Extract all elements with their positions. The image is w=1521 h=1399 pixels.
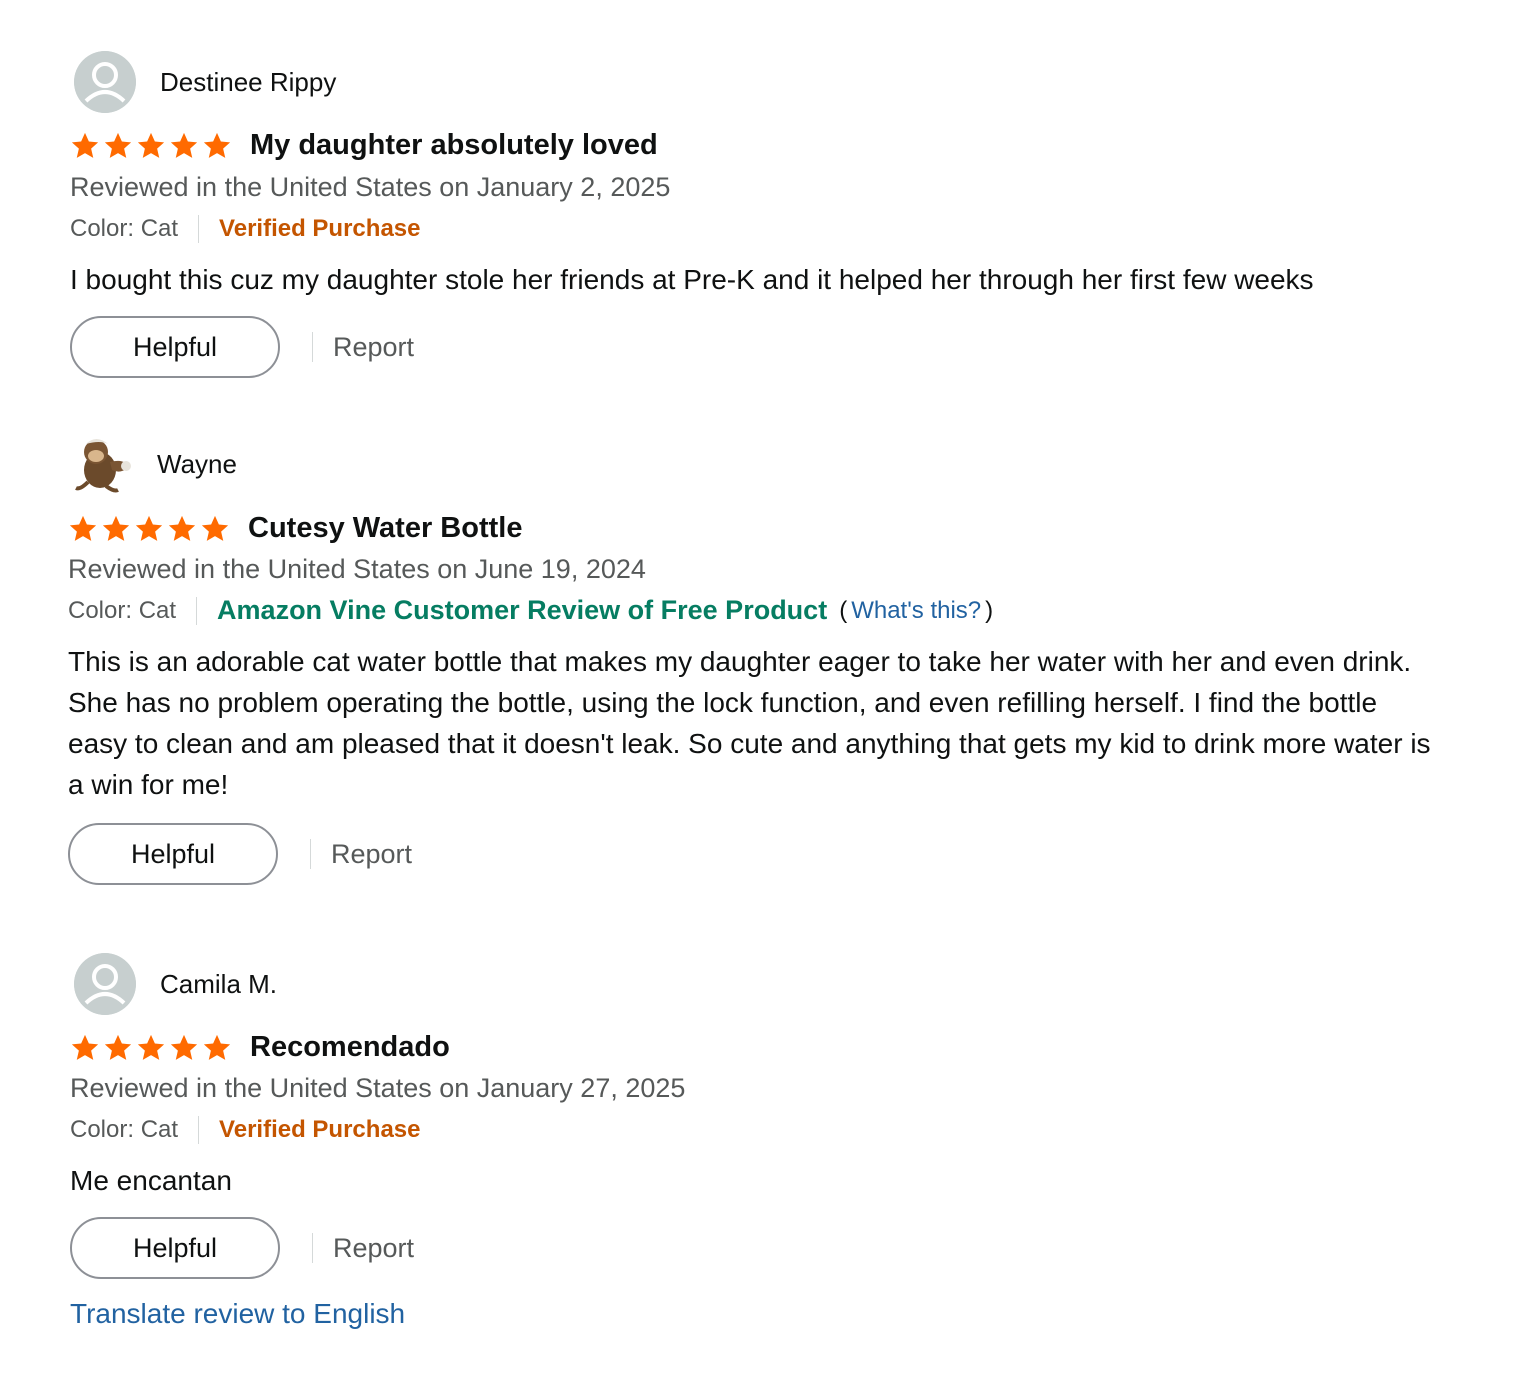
star-icon bbox=[135, 515, 163, 541]
reviewer-name: Destinee Rippy bbox=[160, 66, 337, 97]
paren-close: ) bbox=[985, 596, 994, 624]
reviewer-profile[interactable]: Destinee Rippy bbox=[74, 51, 336, 113]
divider bbox=[310, 839, 311, 869]
review-date: Reviewed in the United States on January… bbox=[70, 1073, 686, 1103]
translate-review-link[interactable]: Translate review to English bbox=[70, 1298, 405, 1330]
review-body: This is an adorable cat water bottle tha… bbox=[68, 646, 1431, 800]
monkey-avatar bbox=[70, 432, 134, 496]
default-person-icon bbox=[74, 953, 136, 1015]
variant-label: Color: Cat bbox=[70, 215, 179, 242]
divider bbox=[198, 215, 200, 243]
review-title[interactable]: My daughter absolutely loved bbox=[250, 129, 658, 162]
default-person-icon bbox=[74, 51, 136, 113]
variant-label: Color: Cat bbox=[68, 596, 177, 624]
verified-purchase-badge: Verified Purchase bbox=[219, 1116, 421, 1143]
report-link[interactable]: Report bbox=[331, 839, 412, 870]
helpful-button[interactable]: Helpful bbox=[68, 823, 278, 885]
reviewer-name: Wayne bbox=[157, 448, 237, 479]
variant-label: Color: Cat bbox=[70, 1116, 179, 1143]
verified-purchase-badge: Verified Purchase bbox=[219, 215, 421, 242]
star-icon bbox=[104, 132, 132, 158]
divider bbox=[198, 1116, 200, 1144]
review-actions: Helpful Report bbox=[70, 1217, 414, 1279]
review-date: Reviewed in the United States on June 19… bbox=[68, 554, 646, 584]
star-icon bbox=[203, 1034, 231, 1060]
star-rating[interactable] bbox=[70, 131, 232, 161]
divider bbox=[196, 596, 198, 625]
star-icon bbox=[102, 515, 130, 541]
review-title-row: Cutesy Water Bottle bbox=[68, 512, 522, 545]
star-icon bbox=[203, 132, 231, 158]
divider bbox=[312, 1233, 313, 1263]
star-rating[interactable] bbox=[70, 1033, 232, 1063]
star-icon bbox=[170, 132, 198, 158]
review-title[interactable]: Cutesy Water Bottle bbox=[248, 512, 522, 545]
paren-open: ( bbox=[839, 596, 848, 624]
report-link[interactable]: Report bbox=[333, 332, 414, 363]
review-body: I bought this cuz my daughter stole her … bbox=[70, 264, 1314, 295]
star-icon bbox=[71, 1034, 99, 1060]
star-rating[interactable] bbox=[68, 514, 230, 544]
star-icon bbox=[104, 1034, 132, 1060]
helpful-button[interactable]: Helpful bbox=[70, 1217, 280, 1279]
reviewer-profile[interactable]: Wayne bbox=[70, 432, 237, 496]
review-body: Me encantan bbox=[70, 1165, 232, 1196]
helpful-button[interactable]: Helpful bbox=[70, 316, 280, 378]
reviewer-name: Camila M. bbox=[160, 968, 278, 999]
review-title-row: My daughter absolutely loved bbox=[70, 129, 658, 162]
review-meta: Color: Cat Verified Purchase bbox=[70, 1116, 420, 1144]
star-icon bbox=[170, 1034, 198, 1060]
star-icon bbox=[69, 515, 97, 541]
star-icon bbox=[201, 515, 229, 541]
review-meta: Color: Cat Amazon Vine Customer Review o… bbox=[68, 595, 993, 626]
review-actions: Helpful Report bbox=[70, 316, 414, 378]
star-icon bbox=[137, 1034, 165, 1060]
review-actions: Helpful Report bbox=[68, 823, 412, 885]
report-link[interactable]: Report bbox=[333, 1233, 414, 1264]
star-icon bbox=[71, 132, 99, 158]
divider bbox=[312, 332, 313, 362]
vine-review-badge: Amazon Vine Customer Review of Free Prod… bbox=[217, 595, 828, 625]
review-title[interactable]: Recomendado bbox=[250, 1031, 450, 1064]
whats-this-link[interactable]: What's this? bbox=[851, 597, 981, 625]
star-icon bbox=[137, 132, 165, 158]
star-icon bbox=[168, 515, 196, 541]
review-meta: Color: Cat Verified Purchase bbox=[70, 215, 420, 243]
review-title-row: Recomendado bbox=[70, 1031, 450, 1064]
reviewer-profile[interactable]: Camila M. bbox=[74, 953, 277, 1015]
review-date: Reviewed in the United States on January… bbox=[70, 172, 671, 202]
